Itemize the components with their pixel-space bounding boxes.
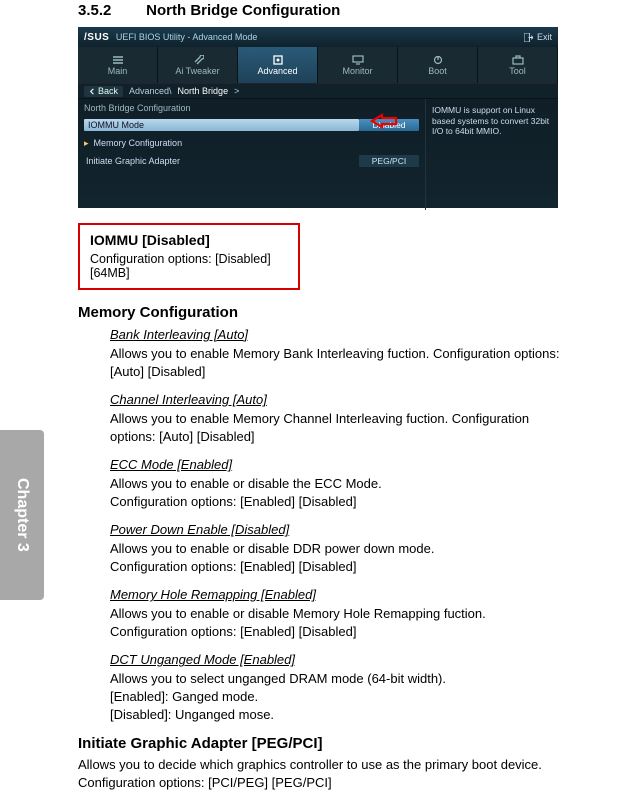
bios-back-button[interactable]: Back (84, 86, 123, 97)
bios-row-memory-config[interactable]: ▸ Memory Configuration (84, 135, 419, 151)
section-header: 3.5.2 North Bridge Configuration (78, 2, 573, 19)
callout-arrow-annotation (370, 113, 398, 129)
bios-tab-strip: Main Ai Tweaker Advanced Monitor Boot To… (78, 47, 558, 83)
setting-item-power-down: Power Down Enable [Disabled] Allows you … (110, 522, 573, 575)
section-title: North Bridge Configuration (146, 2, 340, 19)
setting-item-memory-hole: Memory Hole Remapping [Enabled] Allows y… (110, 587, 573, 640)
setting-desc: Allows you to enable Memory Channel Inte… (110, 410, 573, 445)
setting-item-dct-unganged: DCT Unganged Mode [Enabled] Allows you t… (110, 652, 573, 723)
setting-name: DCT Unganged Mode [Enabled] (110, 652, 573, 667)
bios-group-title: North Bridge Configuration (84, 103, 419, 113)
bios-settings-panel: North Bridge Configuration IOMMU Mode Di… (78, 99, 425, 210)
highlight-title: IOMMU [Disabled] (90, 232, 288, 248)
setting-name: Bank Interleaving [Auto] (110, 327, 573, 342)
breadcrumb-parent[interactable]: Advanced\ (129, 86, 172, 96)
back-arrow-icon (89, 88, 96, 95)
setting-name: Memory Hole Remapping [Enabled] (110, 587, 573, 602)
setting-desc: Allows you to select unganged DRAM mode … (110, 670, 573, 723)
submenu-chevron-icon: ▸ (84, 138, 89, 149)
bios-row-label: Initiate Graphic Adapter (84, 156, 359, 166)
toolbox-icon (512, 55, 524, 65)
setting-item-ecc-mode: ECC Mode [Enabled] Allows you to enable … (110, 457, 573, 510)
breadcrumb-arrow: > (234, 86, 239, 96)
bios-tab-ai-tweaker[interactable]: Ai Tweaker (158, 47, 238, 83)
highlight-callout-box: IOMMU [Disabled] Configuration options: … (78, 223, 300, 290)
setting-desc: Allows you to enable or disable DDR powe… (110, 540, 573, 575)
bios-utility-title: UEFI BIOS Utility - Advanced Mode (116, 32, 258, 42)
monitor-icon (352, 55, 364, 65)
bios-breadcrumb: Back Advanced\ North Bridge > (78, 83, 558, 99)
bios-row-initiate-graphic[interactable]: Initiate Graphic Adapter PEG/PCI (84, 153, 419, 169)
bios-brand-logo: /SUS (84, 32, 109, 43)
iga-desc: Allows you to decide which graphics cont… (78, 756, 573, 791)
highlight-options: Configuration options: [Disabled] [64MB] (90, 252, 288, 280)
bios-tab-monitor[interactable]: Monitor (318, 47, 398, 83)
wrench-icon (192, 55, 204, 65)
setting-desc: Allows you to enable Memory Bank Interle… (110, 345, 573, 380)
setting-name: ECC Mode [Enabled] (110, 457, 573, 472)
chip-icon (272, 55, 284, 65)
bios-tab-tool[interactable]: Tool (478, 47, 558, 83)
exit-icon (524, 33, 533, 42)
list-icon (112, 55, 124, 65)
setting-name: Channel Interleaving [Auto] (110, 392, 573, 407)
bios-row-label: Memory Configuration (92, 138, 419, 148)
setting-name: Power Down Enable [Disabled] (110, 522, 573, 537)
bios-row-label: IOMMU Mode (84, 119, 359, 131)
chapter-side-tab: Chapter 3 (0, 430, 44, 600)
section-number: 3.5.2 (78, 2, 142, 19)
bios-tab-advanced[interactable]: Advanced (238, 47, 318, 83)
setting-item-bank-interleaving: Bank Interleaving [Auto] Allows you to e… (110, 327, 573, 380)
breadcrumb-current: North Bridge (178, 86, 229, 96)
power-icon (432, 55, 444, 65)
bios-help-panel: IOMMU is support on Linux based systems … (425, 99, 558, 210)
bios-row-iommu[interactable]: IOMMU Mode Disabled (84, 117, 419, 133)
initiate-graphic-adapter-section: Initiate Graphic Adapter [PEG/PCI] Allow… (78, 735, 573, 791)
setting-item-channel-interleaving: Channel Interleaving [Auto] Allows you t… (110, 392, 573, 445)
bios-exit-button[interactable]: Exit (524, 32, 552, 42)
setting-desc: Allows you to enable or disable Memory H… (110, 605, 573, 640)
bios-screenshot: /SUS UEFI BIOS Utility - Advanced Mode E… (78, 27, 558, 208)
bios-tab-main[interactable]: Main (78, 47, 158, 83)
memory-config-heading: Memory Configuration (78, 304, 573, 321)
bios-row-value[interactable]: PEG/PCI (359, 155, 419, 167)
bios-titlebar: /SUS UEFI BIOS Utility - Advanced Mode E… (78, 27, 558, 47)
bios-tab-boot[interactable]: Boot (398, 47, 478, 83)
setting-desc: Allows you to enable or disable the ECC … (110, 475, 573, 510)
